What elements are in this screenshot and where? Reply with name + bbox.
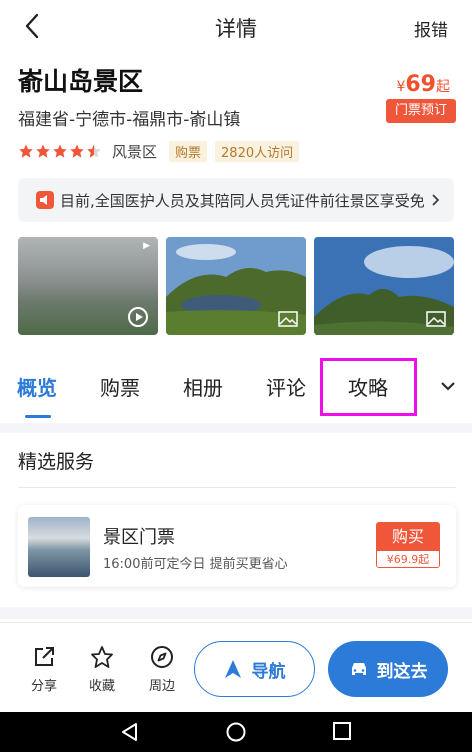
notice-banner[interactable]: 目前,全国医护人员及其陪同人员凭证件前往景区享受免票: [18, 178, 454, 222]
photo-gallery: ▶: [18, 237, 454, 335]
price-value: 69: [405, 72, 436, 97]
star-outline-icon: [91, 646, 113, 668]
chevron-right-icon: [432, 194, 440, 206]
services-title: 精选服务: [18, 451, 95, 473]
bottom-action-bar: 分享 收藏 周边 导航 到这去: [0, 622, 472, 712]
tab-album[interactable]: 相册: [183, 372, 223, 401]
buy-label: 购买: [377, 523, 439, 551]
price: ¥69起: [396, 72, 450, 97]
rating-row: 风景区 购票 2820人访问: [18, 140, 307, 162]
system-nav-bar: [0, 712, 472, 752]
tab-guides-highlight-box: [320, 358, 417, 416]
buy-price: ¥69.9起: [377, 551, 439, 567]
star-full-icon: [36, 144, 50, 158]
page-title: 详情: [215, 17, 257, 41]
tag-visits: 2820人访问: [215, 140, 300, 162]
rating-stars: [18, 143, 102, 159]
star-full-icon: [70, 144, 84, 158]
tab-tickets[interactable]: 购票: [100, 372, 140, 401]
navigate-button[interactable]: 导航: [194, 641, 315, 697]
star-full-icon: [53, 144, 67, 158]
share-icon: [35, 647, 54, 666]
tag-tickets: 购票: [169, 140, 208, 162]
image-icon: [426, 311, 446, 327]
star-full-icon: [19, 144, 33, 158]
ticket-booking-button[interactable]: 门票预订: [386, 99, 456, 123]
service-name: 景区门票: [103, 527, 175, 548]
favorite-button[interactable]: 收藏: [82, 645, 122, 694]
speaker-icon: [36, 191, 54, 209]
spot-address: 福建省-宁德市-福鼎市-嵛山镇: [18, 110, 241, 130]
share-button[interactable]: 分享: [24, 645, 64, 694]
car-icon: [351, 663, 366, 675]
image-icon: [278, 311, 298, 327]
section-separator: [0, 607, 472, 619]
compass-icon: [151, 646, 173, 668]
top-nav: 详情 报错: [0, 0, 472, 54]
photo-lake[interactable]: [166, 237, 306, 335]
nearby-button[interactable]: 周边: [142, 645, 182, 694]
play-icon: [128, 307, 148, 327]
navigation-arrow-icon: [224, 660, 241, 678]
report-error-button[interactable]: 报错: [414, 16, 448, 41]
divider: [18, 487, 456, 488]
favorite-label: 收藏: [88, 679, 115, 694]
tab-overview[interactable]: 概览: [17, 372, 57, 401]
photo-video[interactable]: ▶: [18, 237, 158, 335]
chevron-down-icon[interactable]: [440, 380, 456, 392]
tab-reviews[interactable]: 评论: [266, 372, 306, 401]
section-separator: [0, 423, 472, 433]
ticket-thumbnail: [28, 517, 90, 577]
buy-button[interactable]: 购买 ¥69.9起: [376, 522, 440, 568]
spot-level: 风景区: [112, 142, 158, 161]
video-badge: ▶: [143, 241, 150, 251]
system-back-icon[interactable]: [120, 722, 140, 742]
nearby-label: 周边: [148, 679, 175, 694]
navigate-label: 导航: [251, 661, 286, 682]
system-recents-icon[interactable]: [333, 722, 351, 740]
share-label: 分享: [30, 679, 57, 694]
price-suffix: 起: [436, 79, 450, 95]
service-desc: 16:00前可定今日 提前买更省心: [103, 557, 288, 572]
star-half-icon: [87, 144, 101, 158]
active-tab-indicator: [25, 415, 51, 418]
notice-text: 目前,全国医护人员及其陪同人员凭证件前往景区享受免票: [60, 191, 424, 210]
go-here-button[interactable]: 到这去: [328, 641, 448, 697]
go-here-label: 到这去: [376, 661, 428, 682]
service-card-ticket[interactable]: 景区门票 16:00前可定今日 提前买更省心 购买 ¥69.9起: [18, 505, 456, 587]
spot-name: 嵛山岛景区: [18, 67, 144, 96]
system-home-icon[interactable]: [226, 722, 246, 742]
photo-hills[interactable]: [314, 237, 454, 335]
